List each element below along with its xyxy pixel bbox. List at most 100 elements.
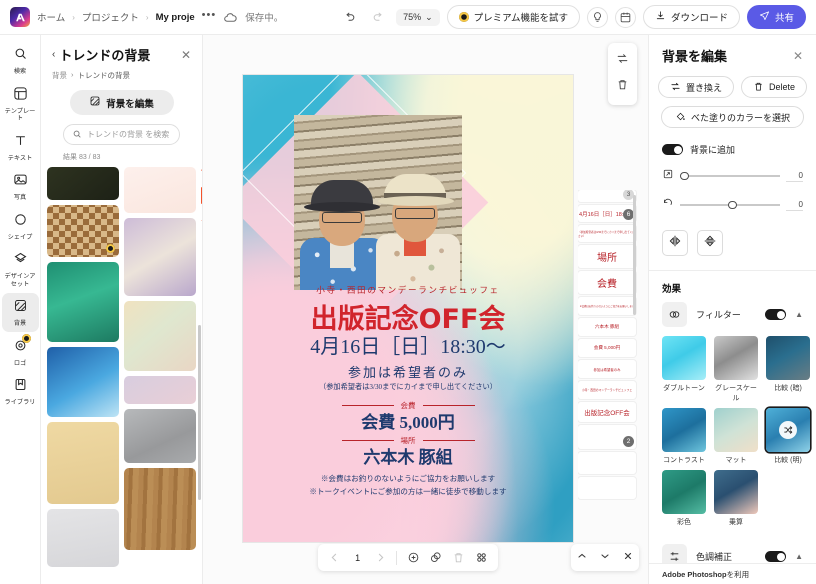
background-thumbnail[interactable] [47,167,119,200]
sidebar-item-logo[interactable]: ロゴ [2,333,39,372]
trash-icon[interactable] [616,78,629,96]
layers-scrollbar[interactable] [633,195,636,315]
filter-option[interactable]: 比較 (明) [766,408,810,465]
filter-option[interactable]: 比較 (暗) [766,336,810,403]
filter-option[interactable]: グレースケール [714,336,758,403]
chevron-down-icon[interactable] [599,549,611,567]
sidebar-item-photos[interactable]: 写真 [2,167,39,206]
chevron-up-icon[interactable]: ▲ [795,310,803,319]
calendar-icon[interactable] [614,6,636,28]
background-thumbnail[interactable] [47,422,119,504]
background-thumbnail[interactable] [47,205,119,257]
layer-item[interactable]: 2 [578,425,636,449]
poster-date[interactable]: 4月16日［日］18:30〜 [243,330,573,359]
rotate-slider-value[interactable]: 0 [786,200,803,211]
search-input[interactable] [87,130,171,139]
background-thumbnail[interactable] [47,262,119,342]
flip-horizontal-button[interactable] [662,230,688,256]
filter-option[interactable]: マット [714,408,758,465]
background-thumbnail[interactable] [124,167,196,213]
background-thumbnail[interactable] [124,376,196,404]
layer-item[interactable]: 参加は希望者のみ [578,360,636,378]
redo-icon[interactable] [367,6,389,28]
shuffle-icon[interactable] [779,421,797,439]
filter-enable-toggle[interactable] [765,309,787,320]
background-thumbnail-grid[interactable] [41,167,202,584]
download-button[interactable]: ダウンロード [642,5,740,29]
more-dots-icon[interactable]: ••• [202,9,217,22]
close-icon[interactable]: ✕ [181,48,191,62]
sidebar-item-text[interactable]: テキスト [2,128,39,167]
background-thumbnail[interactable] [47,509,119,567]
layer-item[interactable]: 会費 [578,271,636,294]
zoom-level-select[interactable]: 75% ⌄ [396,8,440,26]
sidebar-item-library[interactable]: ライブラリ [2,372,39,411]
filter-option[interactable]: 乗算 [714,470,758,527]
filter-option[interactable]: ダブルトーン [662,336,706,403]
layer-item[interactable]: （参加希望者は3/30までにカイまで申し出てください） [578,225,636,242]
background-thumbnail[interactable] [47,347,119,417]
add-to-background-toggle[interactable] [662,144,683,155]
layer-item[interactable]: 3 [578,190,636,202]
undo-icon[interactable] [338,6,360,28]
layer-item[interactable]: 4月16日［日］18:30〜 6 [578,205,636,222]
crop-slider-value[interactable]: 0 [786,171,803,182]
layer-item[interactable]: 六本木 豚組 [578,318,636,336]
layer-item[interactable]: 小寺・西田のマンデーランチビュッフェ [578,381,636,399]
poster-photo[interactable] [294,115,462,290]
poster-join-text[interactable]: 参加は希望者のみ [243,362,573,381]
breadcrumb-projects[interactable]: プロジェクト [82,10,139,24]
layer-item[interactable] [578,477,636,499]
page-number[interactable]: 1 [347,553,369,563]
delete-page-button[interactable] [448,547,470,568]
poster-footnote-1[interactable]: ※会費はお釣りのないようにご協力をお願いします [243,473,573,484]
close-icon[interactable] [622,549,634,567]
edit-background-button[interactable]: 背景を編集 [69,90,174,115]
replace-icon[interactable] [616,52,629,70]
chevron-up-icon[interactable] [576,549,588,567]
background-thumbnail[interactable] [201,167,202,223]
chevron-left-icon[interactable]: ‹ [52,49,55,60]
filter-option[interactable]: 彩色 [662,470,706,527]
poster-fee-value[interactable]: 会費 5,000円 [243,408,573,433]
crop-slider-knob[interactable] [680,171,689,181]
prev-page-button[interactable] [324,547,346,568]
breadcrumb-home[interactable]: ホーム [37,10,65,24]
poster-footnote-2[interactable]: ※トークイベントにご参加の方は一緒に徒歩で移動します [243,486,573,497]
select-solid-color-button[interactable]: べた塗りのカラーを選択 [661,106,804,128]
layer-item[interactable] [578,452,636,474]
sidebar-item-search[interactable]: 検索 [2,41,39,80]
background-thumbnail[interactable] [124,218,196,296]
layer-item[interactable]: ※会費はお釣りのないようにご協力をお願いします [578,297,636,315]
app-logo-icon[interactable] [10,7,30,27]
artboard[interactable]: 小寺・西田のマンデーランチビュッフェ 出版記念OFF会 4月16日［日］18:3… [243,75,573,542]
layers-strip[interactable]: 3 4月16日［日］18:30〜 6 （参加希望者は3/30までにカイまで申し出てくだ… [578,190,640,568]
panel-scrollbar[interactable] [198,325,201,500]
canvas-area[interactable]: 小寺・西田のマンデーランチビュッフェ 出版記念OFF会 4月16日［日］18:3… [203,35,648,584]
chevron-up-icon[interactable]: ▲ [795,552,803,561]
sidebar-item-background[interactable]: 背景 [1,293,39,332]
duplicate-page-button[interactable] [425,547,447,568]
poster-place-value[interactable]: 六本木 豚組 [243,443,573,468]
add-page-button[interactable] [402,547,424,568]
poster-note[interactable]: （参加希望者は3/30までにカイまで申し出てください） [243,382,573,392]
grid-view-button[interactable] [470,547,492,568]
share-button[interactable]: 共有 [746,5,806,29]
crop-slider-track[interactable] [680,171,780,181]
background-thumbnail[interactable] [124,301,196,371]
breadcrumb-current-project[interactable]: My proje [156,12,195,23]
delete-background-button[interactable]: Delete [741,76,808,98]
background-thumbnail[interactable] [124,409,196,463]
flip-vertical-button[interactable] [697,230,723,256]
next-page-button[interactable] [369,547,391,568]
layer-item[interactable]: 場所 [578,245,636,268]
layer-item[interactable]: 会費 5,000円 [578,339,636,357]
replace-background-button[interactable]: 置き換え [657,76,734,98]
premium-trial-button[interactable]: プレミアム機能を試す [446,5,580,29]
filter-option[interactable]: コントラスト [662,408,706,465]
poster-subtitle[interactable]: 小寺・西田のマンデーランチビュッフェ [243,284,573,296]
rotate-slider-knob[interactable] [728,200,737,210]
breadcrumb-root[interactable]: 背景 [52,70,67,81]
rotate-slider-track[interactable] [680,200,780,210]
background-search-field[interactable] [63,124,180,145]
